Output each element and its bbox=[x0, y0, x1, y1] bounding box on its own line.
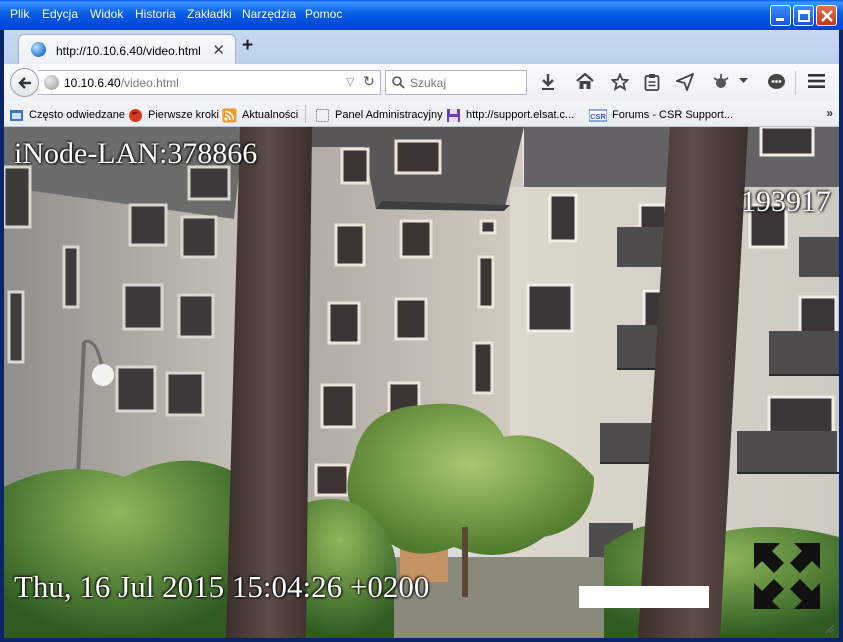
menu-bar: Plik Edycja Widok Historia Zakładki Narz… bbox=[0, 0, 843, 30]
bookmark-star-icon[interactable] bbox=[611, 73, 629, 91]
url-path: /video.html bbox=[120, 76, 179, 90]
toolbar-separator bbox=[795, 71, 796, 95]
bookmark-panel-administracyjny[interactable]: Panel Administracyjny bbox=[315, 107, 443, 123]
maximize-icon bbox=[797, 9, 810, 22]
hamburger-menu-icon[interactable] bbox=[808, 74, 825, 88]
bookmarks-bar: Często odwiedzane Pierwsze kroki Aktualn… bbox=[4, 101, 839, 127]
svg-text:CSR: CSR bbox=[590, 112, 606, 121]
tab-close-icon[interactable]: ✕ bbox=[212, 41, 225, 59]
menu-plik[interactable]: Plik bbox=[10, 7, 29, 21]
bookmark-pierwsze-kroki[interactable]: Pierwsze kroki bbox=[128, 107, 219, 123]
menu-pomoc[interactable]: Pomoc bbox=[305, 7, 342, 21]
search-icon bbox=[392, 76, 405, 89]
reload-icon[interactable]: ↻ bbox=[363, 73, 375, 90]
bookmark-support-elsat[interactable]: http://support.elsat.c... bbox=[446, 107, 574, 123]
fullscreen-icon[interactable] bbox=[754, 543, 820, 609]
close-window-button[interactable] bbox=[816, 5, 837, 26]
reading-list-icon[interactable] bbox=[644, 73, 660, 91]
floppy-icon bbox=[447, 108, 460, 122]
page-icon bbox=[316, 108, 329, 122]
browser-window: Plik Edycja Widok Historia Zakładki Narz… bbox=[0, 0, 843, 642]
tab-video[interactable]: http://10.10.6.40/video.html ✕ bbox=[18, 34, 236, 64]
close-icon bbox=[820, 9, 833, 22]
extension-dropdown-icon[interactable] bbox=[739, 78, 748, 84]
url-history-dropdown-icon[interactable]: ▽ bbox=[346, 75, 354, 88]
bookmark-csr-forums[interactable]: CSR Forums - CSR Support... bbox=[589, 107, 733, 123]
url-host: 10.10.6.40 bbox=[64, 76, 121, 90]
rss-icon bbox=[222, 108, 237, 122]
globe-icon bbox=[31, 42, 46, 57]
status-bar-box bbox=[579, 586, 709, 608]
camera-device-label: iNode-LAN:378866 bbox=[14, 137, 258, 170]
video-stream: iNode-LAN:378866 193917 Thu, 16 Jul 2015… bbox=[4, 127, 839, 638]
site-info-icon[interactable] bbox=[44, 75, 59, 90]
bookmark-label: Aktualności bbox=[242, 109, 299, 121]
home-icon[interactable] bbox=[576, 73, 594, 90]
bookmarks-separator bbox=[305, 105, 306, 123]
send-icon[interactable] bbox=[676, 73, 694, 91]
frame-counter: 193917 bbox=[741, 185, 831, 218]
menu-zakladki[interactable]: Zakładki bbox=[187, 7, 232, 21]
resize-grip-icon[interactable] bbox=[825, 624, 835, 634]
minimize-button[interactable] bbox=[770, 5, 791, 26]
download-icon[interactable] bbox=[540, 73, 556, 91]
minimize-icon bbox=[776, 18, 784, 21]
bookmark-label: Forums - CSR Support... bbox=[612, 109, 734, 121]
csr-icon: CSR bbox=[589, 109, 607, 121]
bookmark-label: http://support.elsat.c... bbox=[466, 109, 575, 121]
tab-strip: http://10.10.6.40/video.html ✕ + bbox=[4, 30, 839, 64]
folder-icon bbox=[10, 109, 23, 121]
navigation-bar: 10.10.6.40/video.html ▽ ↻ Szukaj bbox=[4, 64, 839, 101]
bookmarks-overflow-chevron-icon[interactable]: » bbox=[826, 106, 833, 120]
bookmark-label: Panel Administracyjny bbox=[335, 109, 443, 121]
extension-icon[interactable] bbox=[712, 73, 730, 91]
video-timestamp: Thu, 16 Jul 2015 15:04:26 +0200 bbox=[14, 569, 430, 604]
chat-icon[interactable] bbox=[767, 73, 786, 91]
menu-historia[interactable]: Historia bbox=[135, 7, 176, 21]
bookmark-label: Pierwsze kroki bbox=[148, 109, 219, 121]
tab-title: http://10.10.6.40/video.html bbox=[56, 44, 201, 58]
menu-widok[interactable]: Widok bbox=[90, 7, 123, 21]
url-text[interactable]: 10.10.6.40/video.html bbox=[64, 76, 179, 90]
bookmark-label: Często odwiedzane bbox=[29, 109, 126, 121]
new-tab-button[interactable]: + bbox=[242, 35, 253, 57]
bookmark-aktualnosci[interactable]: Aktualności bbox=[222, 107, 298, 123]
bookmark-czesto-odwiedzane[interactable]: Często odwiedzane bbox=[9, 107, 125, 123]
search-bar[interactable]: Szukaj bbox=[385, 70, 527, 95]
url-bar[interactable]: 10.10.6.40/video.html ▽ ↻ bbox=[38, 70, 381, 95]
menu-narzedzia[interactable]: Narzędzia bbox=[242, 7, 296, 21]
search-placeholder: Szukaj bbox=[410, 76, 447, 90]
camera-image bbox=[4, 127, 839, 638]
firefox-icon bbox=[129, 108, 142, 122]
back-button[interactable] bbox=[10, 68, 39, 97]
menu-edycja[interactable]: Edycja bbox=[42, 7, 78, 21]
maximize-button[interactable] bbox=[793, 5, 814, 26]
back-arrow-icon bbox=[17, 76, 31, 89]
